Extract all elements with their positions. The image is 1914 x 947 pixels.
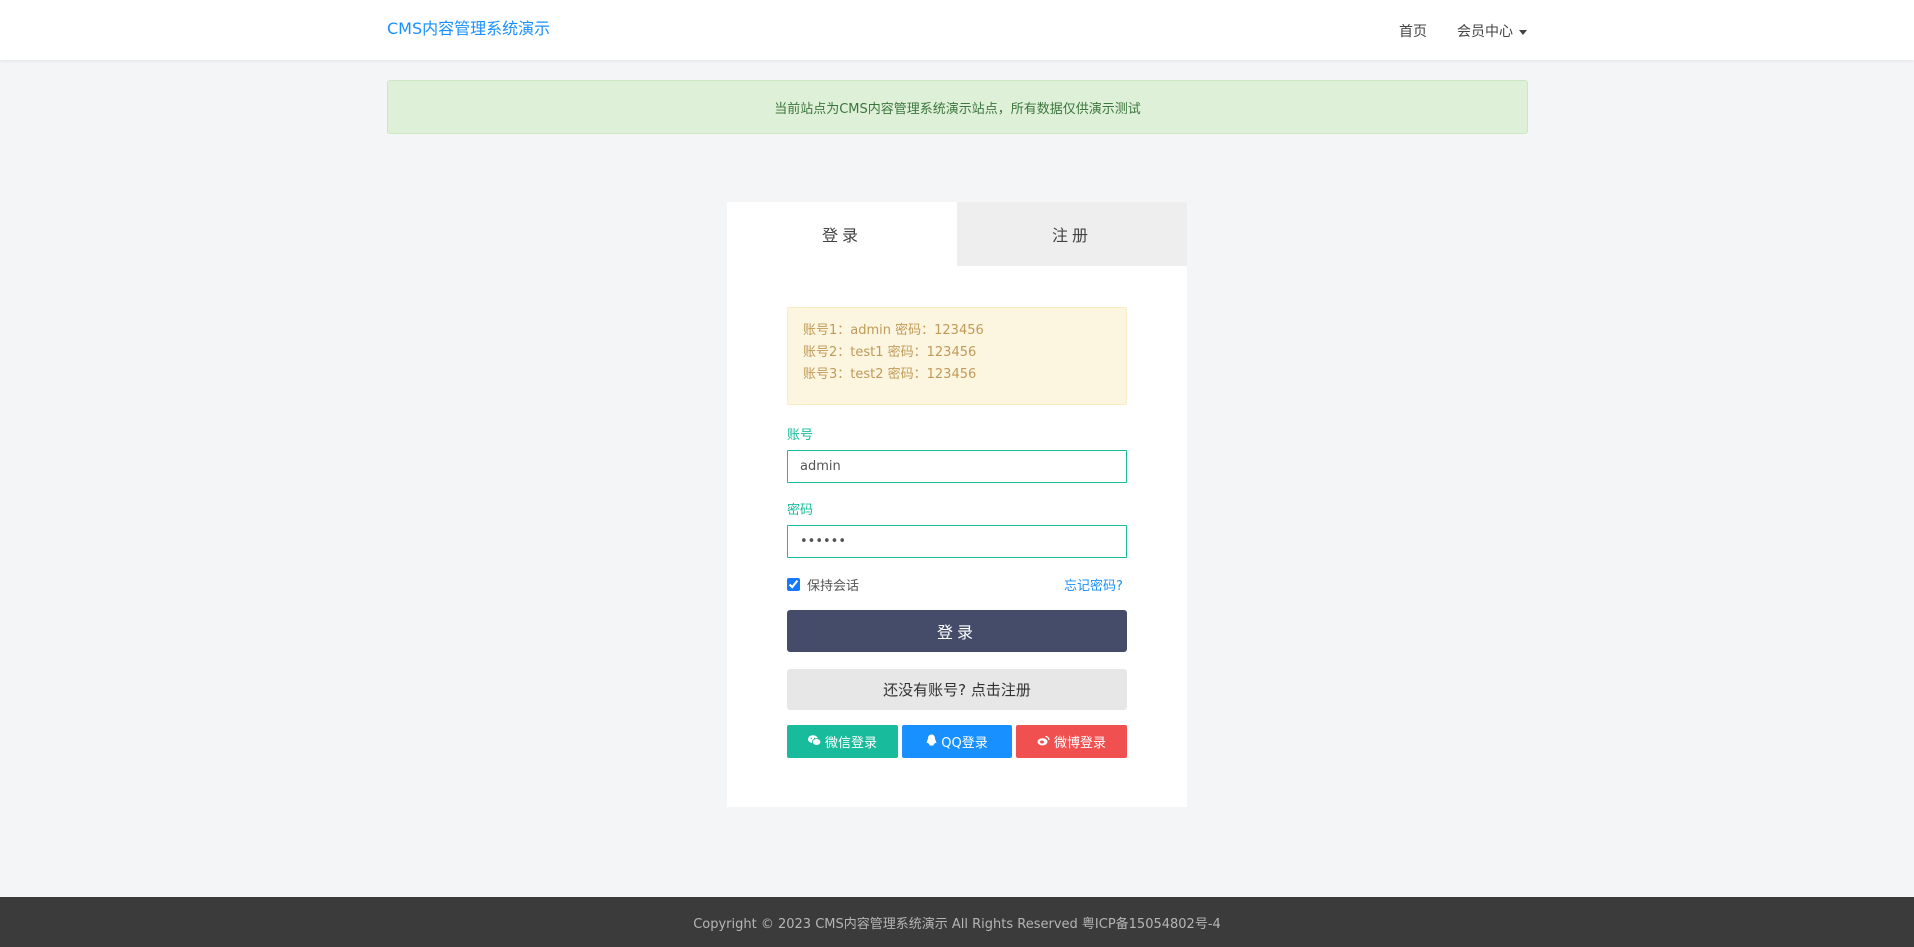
nav-home-link[interactable]: 首页 (1399, 21, 1427, 41)
caret-down-icon (1519, 29, 1527, 35)
login-panel: 登录 注册 账号1：admin 密码：123456 账号2：test1 密码：1… (727, 202, 1187, 807)
hint-line: 账号2：test1 密码：123456 (803, 345, 977, 360)
site-footer: Copyright © 2023 CMS内容管理系统演示 All Rights … (0, 897, 1914, 947)
wechat-login-button[interactable]: 微信登录 (787, 725, 898, 758)
password-label: 密码 (787, 503, 814, 518)
top-navbar: CMS内容管理系统演示 首页 会员中心 (0, 0, 1914, 60)
qq-login-button[interactable]: QQ登录 (902, 725, 1012, 758)
account-input[interactable] (787, 450, 1127, 483)
qq-login-label: QQ登录 (941, 736, 988, 751)
hint-line: 账号3：test2 密码：123456 (803, 367, 977, 382)
wechat-login-label: 微信登录 (824, 736, 877, 751)
password-input[interactable] (787, 525, 1127, 558)
site-brand-link[interactable]: CMS内容管理系统演示 (387, 15, 550, 39)
weibo-login-button[interactable]: 微博登录 (1016, 725, 1127, 758)
auth-tabs: 登录 注册 (727, 202, 1187, 266)
remember-checkbox[interactable] (787, 578, 800, 591)
forgot-password-link[interactable]: 忘记密码? (1064, 575, 1123, 594)
weibo-icon (1037, 735, 1050, 749)
hint-line: 账号1：admin 密码：123456 (803, 323, 984, 338)
qq-icon (926, 734, 937, 749)
nav-member-center-dropdown[interactable]: 会员中心 (1457, 21, 1527, 41)
demo-accounts-hint: 账号1：admin 密码：123456 账号2：test1 密码：123456 … (787, 307, 1127, 405)
login-button[interactable]: 登录 (787, 610, 1127, 652)
tab-register[interactable]: 注册 (957, 202, 1187, 266)
remember-session[interactable]: 保持会话 (787, 575, 859, 594)
remember-label: 保持会话 (807, 579, 860, 594)
demo-notice-alert: 当前站点为CMS内容管理系统演示站点，所有数据仅供演示测试 (387, 80, 1528, 134)
go-register-button[interactable]: 还没有账号? 点击注册 (787, 669, 1127, 710)
account-label: 账号 (787, 428, 814, 443)
nav-member-label: 会员中心 (1457, 24, 1513, 40)
weibo-login-label: 微博登录 (1053, 736, 1106, 751)
tab-login[interactable]: 登录 (727, 202, 957, 266)
wechat-icon (807, 734, 822, 749)
